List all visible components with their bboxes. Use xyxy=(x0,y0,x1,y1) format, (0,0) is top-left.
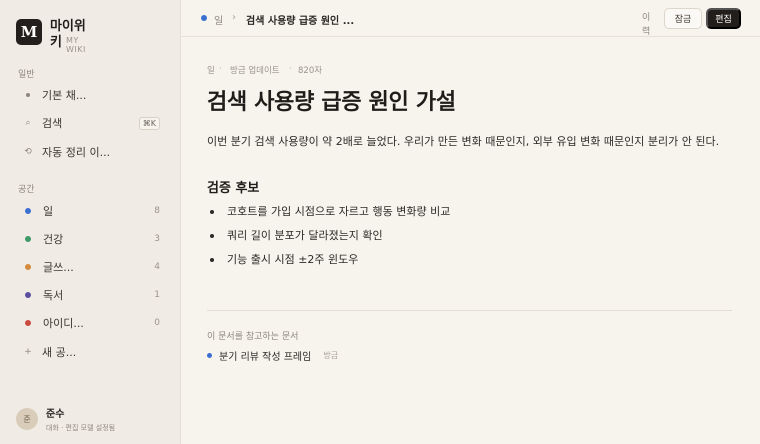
sidebar-item-space-ideas[interactable]: 아이디... 0 xyxy=(10,310,170,336)
list-item: 기능 출시 시점 ±2주 윈도우 xyxy=(207,250,450,274)
section-label-spaces: 공간 xyxy=(18,185,35,195)
list-item: 코호트를 가입 시점으로 자르고 행동 변화량 비교 xyxy=(207,202,450,226)
meta-separator: · xyxy=(219,64,222,74)
user-name: 준수 xyxy=(46,409,65,420)
sidebar-item-label: 독서 xyxy=(43,289,64,302)
section-label-general: 일반 xyxy=(18,70,35,80)
logo-icon: M xyxy=(16,19,42,45)
sidebar-item-label: 검색 xyxy=(42,117,63,130)
space-color-dot xyxy=(207,353,212,358)
sidebar-item-space-health[interactable]: 건강 3 xyxy=(10,226,170,252)
doc-meta-space: 일 xyxy=(207,66,215,76)
bullet-list: 코호트를 가입 시점으로 자르고 행동 변화량 비교 쿼리 길이 분포가 달라졌… xyxy=(207,202,450,274)
sidebar-item-label: 일 xyxy=(43,205,54,218)
space-count: 0 xyxy=(154,318,160,328)
backlink-time: 방금 xyxy=(323,351,339,360)
user-status: 대화 · 편집 모델 설정됨 xyxy=(46,424,116,432)
sidebar-item-default-channel[interactable]: 기본 채... xyxy=(10,82,170,108)
lock-button[interactable]: 잠금 xyxy=(664,8,702,29)
sidebar-item-label: 기본 채... xyxy=(42,89,87,102)
sidebar-item-label: 글쓰... xyxy=(43,261,74,274)
sidebar-item-label: 아이디... xyxy=(43,317,84,330)
sidebar-item-auto-organize[interactable]: ⟲ 자동 정리 이... xyxy=(10,139,170,165)
new-space-label: 새 공... xyxy=(42,346,77,359)
sidebar: M 마이위키 MY WIKI 일반 기본 채... ⌕ 검색 ⌘K ⟲ 자동 정… xyxy=(0,0,181,444)
doc-paragraph: 이번 분기 검색 사용량이 약 2배로 늘었다. 우리가 만든 변화 때문인지,… xyxy=(207,135,720,148)
space-count: 8 xyxy=(154,206,160,216)
edit-button[interactable]: 편집 xyxy=(706,8,741,29)
space-color-dot xyxy=(25,292,31,298)
search-icon: ⌕ xyxy=(25,118,31,128)
breadcrumb-page-title: 검색 사용량 급증 원인 ... xyxy=(246,16,355,27)
sidebar-item-label: 자동 정리 이... xyxy=(42,146,111,159)
space-count: 3 xyxy=(154,234,160,244)
divider xyxy=(207,310,732,311)
sidebar-item-space-reading[interactable]: 독서 1 xyxy=(10,282,170,308)
shortcut-badge: ⌘K xyxy=(138,116,160,130)
avatar: 준 xyxy=(16,408,38,430)
user-profile[interactable]: 준 준수 대화 · 편집 모델 설정됨 xyxy=(16,405,115,433)
history-button[interactable]: 이력 xyxy=(642,11,654,39)
brand-subtitle: MY WIKI xyxy=(66,36,86,54)
sidebar-item-space-work[interactable]: 일 8 xyxy=(10,198,170,224)
space-color-dot xyxy=(25,264,31,270)
space-color-dot xyxy=(25,208,31,214)
brand[interactable]: M 마이위키 MY WIKI xyxy=(16,19,90,54)
backlinks-label: 이 문서를 참고하는 문서 xyxy=(207,332,299,342)
list-item: 쿼리 길이 분포가 달라졌는지 확인 xyxy=(207,226,450,250)
doc-meta-updated: 방금 업데이트 xyxy=(230,66,280,76)
sidebar-item-label: 건강 xyxy=(43,233,64,246)
doc-meta-chars: 820자 xyxy=(298,66,323,76)
dot-icon xyxy=(26,93,30,97)
auto-organize-icon: ⟲ xyxy=(24,147,32,157)
sidebar-item-space-writing[interactable]: 글쓰... 4 xyxy=(10,254,170,280)
sidebar-item-search[interactable]: ⌕ 검색 ⌘K xyxy=(10,110,170,136)
space-count: 4 xyxy=(154,262,160,272)
plus-icon: + xyxy=(24,347,32,357)
new-space-button[interactable]: + 새 공... xyxy=(10,339,170,365)
chevron-right-icon: › xyxy=(232,12,236,23)
topbar: 일 › 검색 사용량 급증 원인 ... 이력 잠금 편집 xyxy=(182,0,760,37)
space-color-dot xyxy=(201,15,207,21)
space-count: 1 xyxy=(154,290,160,300)
breadcrumb-space[interactable]: 일 xyxy=(214,12,223,27)
space-color-dot xyxy=(25,320,31,326)
page-title: 검색 사용량 급증 원인 가설 xyxy=(207,90,456,115)
meta-separator: · xyxy=(289,64,292,74)
backlink-item[interactable]: 분기 리뷰 작성 프레임 방금 xyxy=(207,348,338,363)
backlink-title: 분기 리뷰 작성 프레임 xyxy=(219,352,312,363)
space-color-dot xyxy=(25,236,31,242)
section-heading: 검증 후보 xyxy=(207,181,260,196)
